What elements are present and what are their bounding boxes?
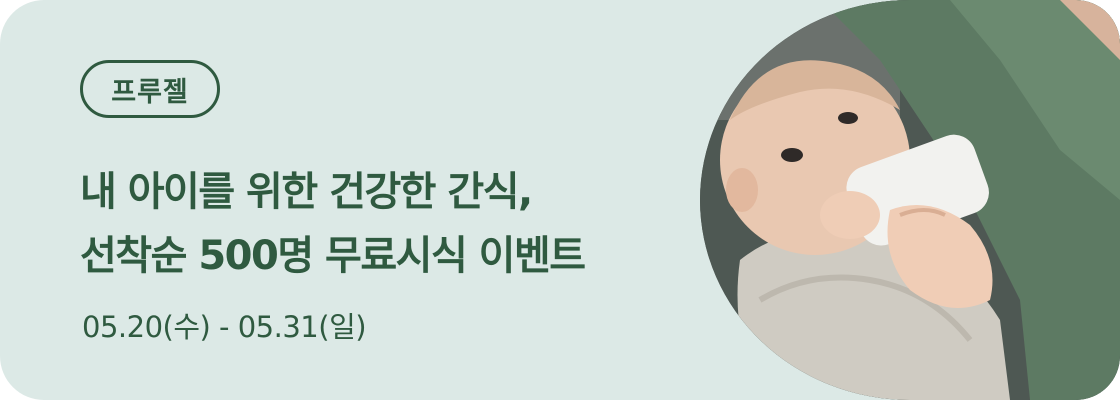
headline-line-1: 내 아이를 위한 건강한 간식,: [80, 169, 533, 215]
promo-banner[interactable]: 프루젤 내 아이를 위한 건강한 간식, 선착순 500명 무료시식 이벤트 0…: [0, 0, 1120, 400]
banner-headline: 내 아이를 위한 건강한 간식, 선착순 500명 무료시식 이벤트: [80, 160, 586, 288]
brand-badge[interactable]: 프루젤: [80, 60, 220, 118]
baby-photo-illustration: [700, 0, 1120, 400]
event-date-range: 05.20(수) - 05.31(일): [82, 310, 367, 344]
baby-photo: [700, 0, 1120, 400]
headline-line-2: 선착순 500명 무료시식 이벤트: [80, 233, 586, 279]
